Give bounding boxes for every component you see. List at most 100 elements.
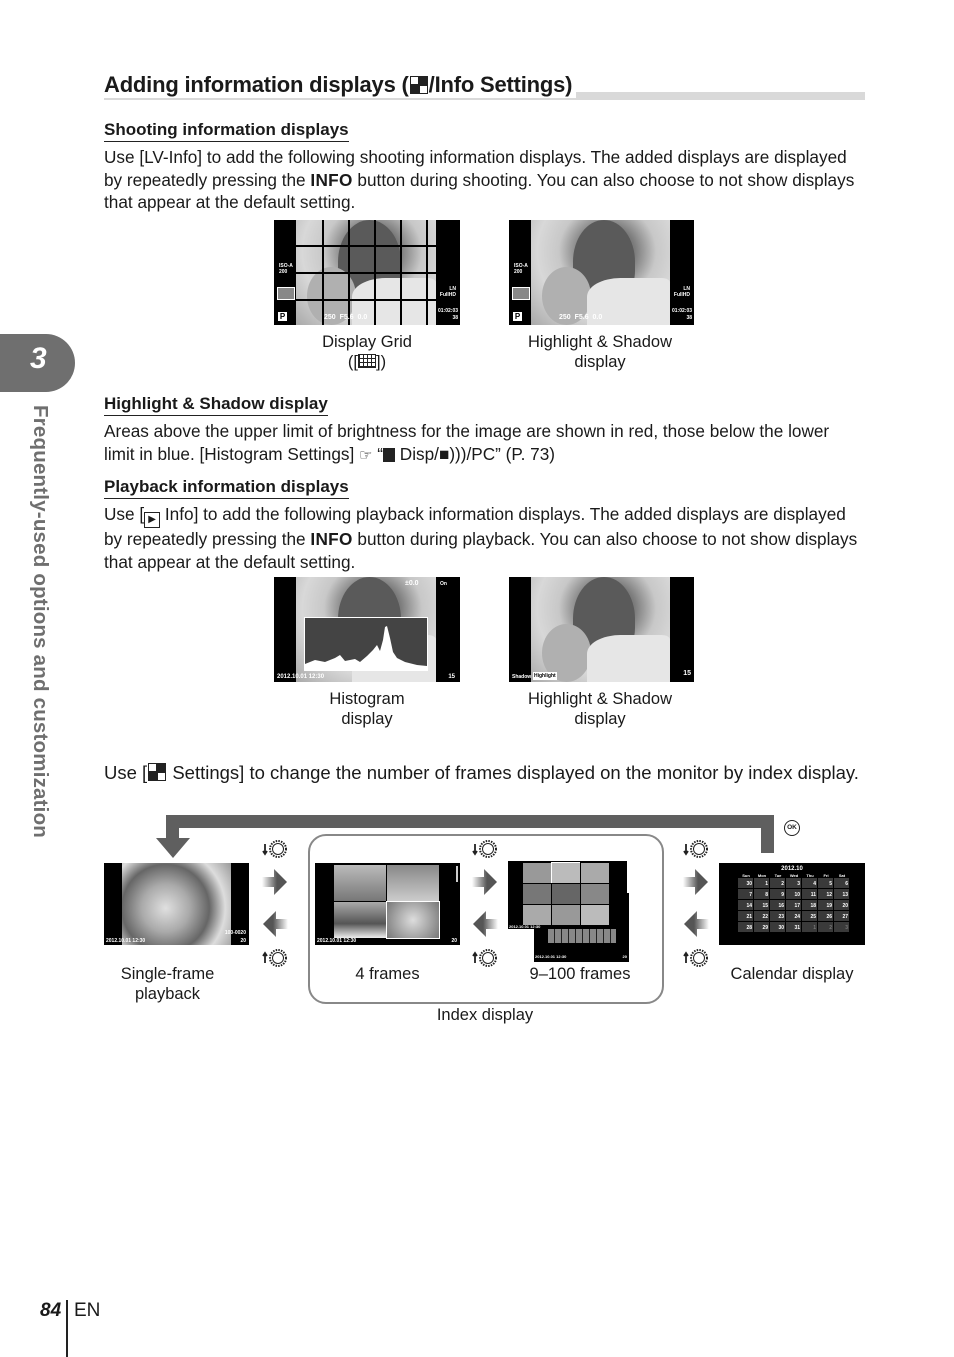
calendar-day[interactable]: 8 [754,889,769,899]
live-view-photo [531,220,670,325]
nine-frames-screen: 2012.10.01 12:30 [508,861,627,929]
dial-rotate-right-icon [472,838,498,865]
datetime-readout: 2012.10.01 12:30 [535,954,567,959]
protect-icon: On [440,581,447,587]
sound-icon: ■))) [438,443,467,464]
index-display-label: Index display [436,1006,534,1024]
calendar-day[interactable]: 11 [802,889,817,899]
chapter-side-title: Frequently-used options and customizatio… [12,405,52,905]
dial-rotate-left-icon [472,947,498,974]
return-loop-arrow-right [761,815,774,853]
calendar-day[interactable]: 21 [738,911,753,921]
calendar-day[interactable]: 23 [770,911,785,921]
calendar-day[interactable]: 18 [802,900,817,910]
mode-p-icon: P [513,312,522,321]
right-arrow-icon [262,868,288,901]
shooting-paragraph: Use [LV-Info] to add the following shoot… [104,146,864,214]
calendar-day[interactable]: 9 [770,889,785,899]
calendar-day[interactable]: 13 [834,889,849,899]
calendar-day[interactable]: 25 [802,911,817,921]
quality-readout: LN FullHD [439,286,456,298]
datetime-readout: 2012.10.01 12:30 [509,924,541,929]
calendar-day[interactable]: 26 [818,911,833,921]
calendar-day[interactable]: 5 [818,878,833,888]
chapter-number: 3 [30,342,47,375]
shadow-label: Shadow [512,674,532,680]
frame-count: 15 [448,674,455,680]
right-arrow-icon [683,868,709,901]
return-loop-arrow [166,815,774,828]
calendar-day[interactable]: 29 [754,922,769,932]
calendar-day[interactable]: 30 [738,878,753,888]
chapter-side-title-text: Frequently-used options and customizatio… [29,405,52,839]
highlight-shadow-caption-2: Highlight & Shadow display [527,690,672,728]
many-frames-caption: 9–100 frames [529,965,631,983]
time-count-readout: 01:02:03 38 [671,308,692,321]
calendar-day[interactable]: 4 [802,878,817,888]
exposure-readout: 250 F5.6 0.0 [324,314,368,321]
calendar-day[interactable]: 1 [802,922,817,932]
calendar-caption: Calendar display [730,965,854,983]
exposure-readout: 250 F5.6 0.0 [559,314,603,321]
title-prefix: Adding information displays ( [104,72,409,97]
file-number: 100-0020 [224,930,246,936]
info-key-label: INFO [310,169,353,190]
scrollbar [456,866,458,882]
calendar-day[interactable]: 30 [770,922,785,932]
iso-readout: ISO-A 200 [514,263,528,275]
grid-icon [358,354,376,368]
frame-count: 20 [622,954,627,959]
playback-paragraph: Use [▶ Info] to add the following playba… [104,504,858,572]
thumbnail [580,883,610,905]
calendar-day[interactable]: 24 [786,911,801,921]
calendar-day[interactable]: 28 [738,922,753,932]
calendar-day[interactable]: 14 [738,900,753,910]
datetime-readout: 2012.10.01 12:30 [317,938,357,944]
iso-readout: ISO-A 200 [279,263,293,275]
calendar-day[interactable]: 17 [786,900,801,910]
frame-count: 20 [240,938,246,944]
calendar-day[interactable]: 7 [738,889,753,899]
index-display-icon [148,763,167,781]
dial-rotate-right-icon [683,838,709,865]
datetime-readout: 2012.10.01 12:30 [106,938,146,944]
quality-readout: LN FullHD [673,286,690,298]
custom-menu-icon [383,447,395,462]
calendar-day[interactable]: 12 [818,889,833,899]
calendar-day[interactable]: 19 [818,900,833,910]
calendar-day[interactable]: 3 [786,878,801,888]
calendar-screen: 2012.10 Sun Mon Tue Wed Thu Fri Sat 30 1 2 3 4 5 6 7 8… [719,863,865,945]
calendar-day[interactable]: 10 [786,889,801,899]
frame-count: 15 [683,670,691,677]
calendar-day[interactable]: 31 [786,922,801,932]
calendar-day[interactable]: 2 [818,922,833,932]
calendar-day[interactable]: 3 [834,922,849,932]
histogram-graph [305,626,427,670]
four-frames-caption: 4 frames [355,965,420,983]
calendar-day[interactable]: 6 [834,878,849,888]
calendar-day[interactable]: 15 [754,900,769,910]
language-label: EN [74,1300,101,1321]
histogram-caption: Histogram display [329,690,405,728]
calendar-day[interactable]: 16 [770,900,785,910]
mode-p-icon: P [278,312,287,321]
highlight-heading: Highlight & Shadow display [104,394,328,416]
dial-rotate-left-icon [683,947,709,974]
playback-photo [531,577,670,682]
frame-count: 20 [451,938,457,944]
calendar-day[interactable]: 27 [834,911,849,921]
histogram-panel [304,617,428,671]
drive-mode-icon [512,287,530,300]
display-grid-caption: Display Grid([]) [322,333,412,371]
calendar-day[interactable]: 2 [770,878,785,888]
calendar-day[interactable]: 20 [834,900,849,910]
reference-hand-icon: ☞ [359,446,373,464]
display-grid-screen: ISO-A 200 P 250 F5.6 0.0 LN FullHD 01:02:0… [274,220,460,325]
left-arrow-icon [683,910,709,943]
return-loop-arrow-left [166,815,179,840]
thumbnail [386,864,440,902]
calendar-day[interactable]: 22 [754,911,769,921]
calendar-day[interactable]: 1 [754,878,769,888]
thumbnail-selected [551,862,581,884]
highlight-paragraph: Areas above the upper limit of brightnes… [104,421,830,464]
